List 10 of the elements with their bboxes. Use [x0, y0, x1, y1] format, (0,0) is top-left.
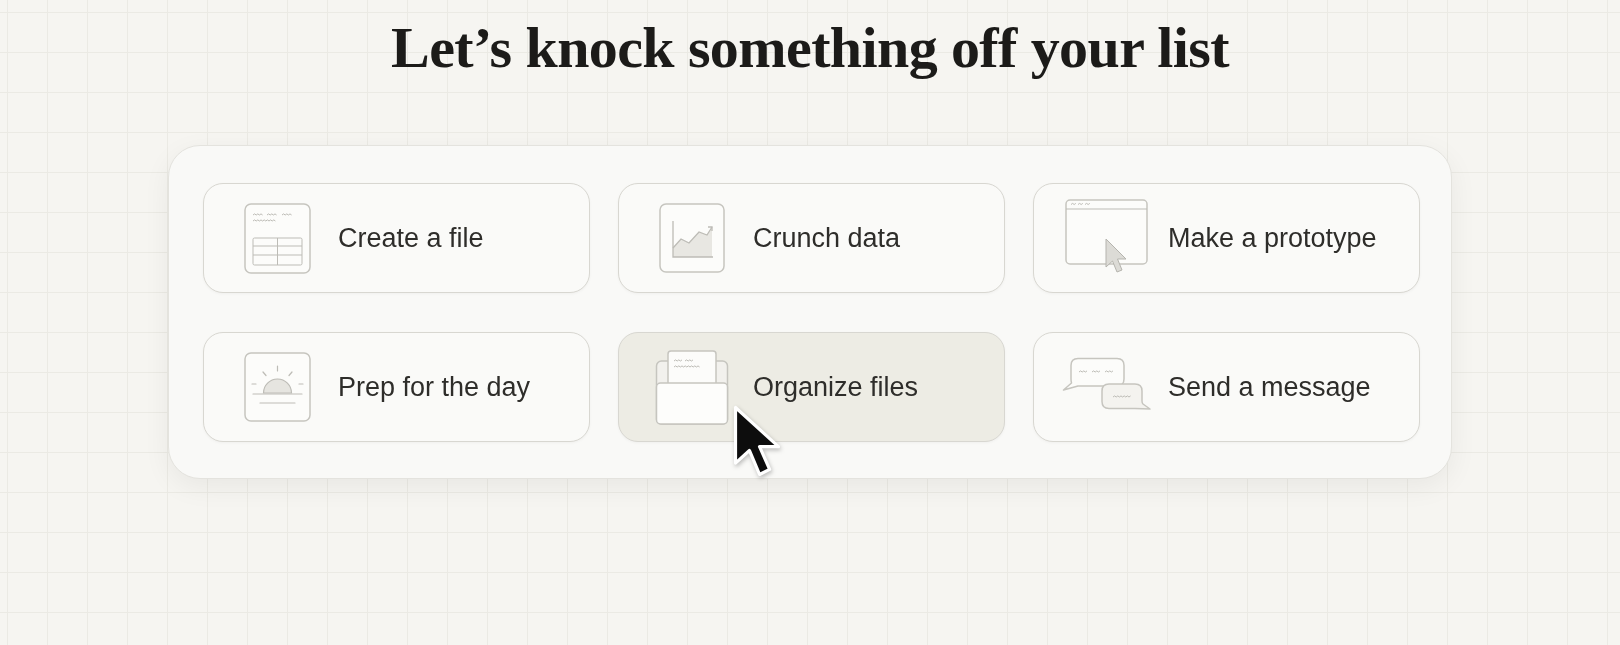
suggestion-button[interactable]: Make a prototype — [1033, 183, 1420, 293]
line-chart-icon — [659, 203, 725, 273]
page-heading: Let’s knock something off your list — [391, 18, 1229, 78]
suggestion-button[interactable]: Prep for the day — [203, 332, 590, 442]
spreadsheet-document-icon — [243, 202, 311, 274]
suggestion-button[interactable]: Crunch data — [618, 183, 1005, 293]
suggestion-button[interactable]: Create a file — [203, 183, 590, 293]
folder-document-icon — [655, 348, 729, 426]
suggestion-button[interactable]: Send a message — [1033, 332, 1420, 442]
sunrise-icon — [243, 352, 311, 422]
